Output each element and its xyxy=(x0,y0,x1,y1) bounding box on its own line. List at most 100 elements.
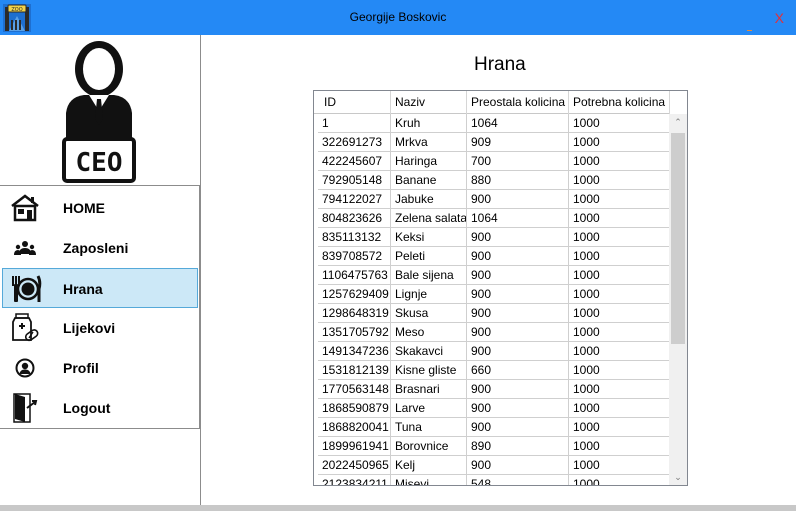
cell-potrebna[interactable]: 1000 xyxy=(569,228,670,247)
cell-naziv[interactable]: Peleti xyxy=(391,247,467,266)
cell-potrebna[interactable]: 1000 xyxy=(569,323,670,342)
cell-id[interactable]: 804823626 xyxy=(318,209,391,228)
cell-id[interactable]: 1298648319 xyxy=(318,304,391,323)
scroll-up-icon[interactable]: ⌃ xyxy=(669,114,687,131)
cell-preostala[interactable]: 900 xyxy=(467,342,569,361)
cell-naziv[interactable]: Lignje xyxy=(391,285,467,304)
cell-naziv[interactable]: Borovnice xyxy=(391,437,467,456)
cell-preostala[interactable]: 900 xyxy=(467,228,569,247)
cell-id[interactable]: 1868590879 xyxy=(318,399,391,418)
cell-naziv[interactable]: Kruh xyxy=(391,114,467,133)
nav-item-logout[interactable]: Logout xyxy=(0,388,199,428)
cell-preostala[interactable]: 700 xyxy=(467,152,569,171)
cell-potrebna[interactable]: 1000 xyxy=(569,247,670,266)
nav-item-hrana[interactable]: Hrana xyxy=(2,268,198,308)
cell-preostala[interactable]: 900 xyxy=(467,266,569,285)
nav-item-lijekovi[interactable]: Lijekovi xyxy=(0,308,199,348)
cell-potrebna[interactable]: 1000 xyxy=(569,475,670,485)
cell-potrebna[interactable]: 1000 xyxy=(569,380,670,399)
table-row[interactable]: 1531812139 Kisne gliste 660 1000 xyxy=(314,361,670,380)
column-header-naziv[interactable]: Naziv xyxy=(391,91,467,114)
table-row[interactable]: 794122027 Jabuke 900 1000 xyxy=(314,190,670,209)
cell-preostala[interactable]: 900 xyxy=(467,304,569,323)
table-row[interactable]: 804823626 Zelena salata 1064 1000 xyxy=(314,209,670,228)
cell-id[interactable]: 1770563148 xyxy=(318,380,391,399)
cell-preostala[interactable]: 900 xyxy=(467,285,569,304)
cell-potrebna[interactable]: 1000 xyxy=(569,171,670,190)
cell-id[interactable]: 1868820041 xyxy=(318,418,391,437)
cell-potrebna[interactable]: 1000 xyxy=(569,133,670,152)
table-row[interactable]: 1491347236 Skakavci 900 1000 xyxy=(314,342,670,361)
cell-id[interactable]: 1531812139 xyxy=(318,361,391,380)
cell-id[interactable]: 1257629409 xyxy=(318,285,391,304)
cell-preostala[interactable]: 900 xyxy=(467,190,569,209)
cell-id[interactable]: 794122027 xyxy=(318,190,391,209)
table-row[interactable]: 835113132 Keksi 900 1000 xyxy=(314,228,670,247)
cell-preostala[interactable]: 900 xyxy=(467,399,569,418)
cell-naziv[interactable]: Bale sijena xyxy=(391,266,467,285)
scroll-down-icon[interactable]: ⌄ xyxy=(669,469,687,485)
cell-id[interactable]: 839708572 xyxy=(318,247,391,266)
cell-id[interactable]: 1351705792 xyxy=(318,323,391,342)
cell-preostala[interactable]: 909 xyxy=(467,133,569,152)
cell-naziv[interactable]: Kelj xyxy=(391,456,467,475)
table-row[interactable]: 839708572 Peleti 900 1000 xyxy=(314,247,670,266)
cell-id[interactable]: 792905148 xyxy=(318,171,391,190)
table-row[interactable]: 422245607 Haringa 700 1000 xyxy=(314,152,670,171)
cell-potrebna[interactable]: 1000 xyxy=(569,190,670,209)
table-row[interactable]: 2123834211 Misevi 548 1000 xyxy=(314,475,670,485)
cell-naziv[interactable]: Skakavci xyxy=(391,342,467,361)
food-table[interactable]: ID Naziv Preostala kolicina Potrebna kol… xyxy=(313,90,688,486)
cell-naziv[interactable]: Tuna xyxy=(391,418,467,437)
cell-naziv[interactable]: Banane xyxy=(391,171,467,190)
table-row[interactable]: 1899961941 Borovnice 890 1000 xyxy=(314,437,670,456)
cell-potrebna[interactable]: 1000 xyxy=(569,304,670,323)
cell-preostala[interactable]: 660 xyxy=(467,361,569,380)
cell-preostala[interactable]: 880 xyxy=(467,171,569,190)
table-row[interactable]: 1257629409 Lignje 900 1000 xyxy=(314,285,670,304)
cell-preostala[interactable]: 890 xyxy=(467,437,569,456)
cell-naziv[interactable]: Jabuke xyxy=(391,190,467,209)
table-row[interactable]: 1351705792 Meso 900 1000 xyxy=(314,323,670,342)
cell-potrebna[interactable]: 1000 xyxy=(569,114,670,133)
cell-potrebna[interactable]: 1000 xyxy=(569,342,670,361)
cell-potrebna[interactable]: 1000 xyxy=(569,285,670,304)
cell-id[interactable]: 1 xyxy=(318,114,391,133)
cell-preostala[interactable]: 900 xyxy=(467,380,569,399)
cell-potrebna[interactable]: 1000 xyxy=(569,152,670,171)
column-header-preostala[interactable]: Preostala kolicina xyxy=(467,91,569,114)
minimize-indicator[interactable] xyxy=(747,30,752,31)
scroll-thumb[interactable] xyxy=(671,133,685,344)
table-row[interactable]: 2022450965 Kelj 900 1000 xyxy=(314,456,670,475)
cell-preostala[interactable]: 900 xyxy=(467,323,569,342)
table-row[interactable]: 1298648319 Skusa 900 1000 xyxy=(314,304,670,323)
cell-preostala[interactable]: 900 xyxy=(467,418,569,437)
cell-naziv[interactable]: Larve xyxy=(391,399,467,418)
cell-potrebna[interactable]: 1000 xyxy=(569,399,670,418)
cell-potrebna[interactable]: 1000 xyxy=(569,456,670,475)
cell-naziv[interactable]: Zelena salata xyxy=(391,209,467,228)
cell-naziv[interactable]: Brasnari xyxy=(391,380,467,399)
cell-preostala[interactable]: 900 xyxy=(467,456,569,475)
cell-naziv[interactable]: Keksi xyxy=(391,228,467,247)
title-bar[interactable]: ZOO Georgije Boskovic X xyxy=(0,0,796,35)
cell-potrebna[interactable]: 1000 xyxy=(569,437,670,456)
column-header-id[interactable]: ID xyxy=(318,91,391,114)
table-row[interactable]: 1106475763 Bale sijena 900 1000 xyxy=(314,266,670,285)
cell-potrebna[interactable]: 1000 xyxy=(569,418,670,437)
cell-naziv[interactable]: Haringa xyxy=(391,152,467,171)
table-row[interactable]: 1770563148 Brasnari 900 1000 xyxy=(314,380,670,399)
cell-naziv[interactable]: Mrkva xyxy=(391,133,467,152)
nav-item-profil[interactable]: Profil xyxy=(0,348,199,388)
cell-id[interactable]: 2123834211 xyxy=(318,475,391,485)
cell-preostala[interactable]: 548 xyxy=(467,475,569,485)
table-row[interactable]: 1868820041 Tuna 900 1000 xyxy=(314,418,670,437)
vertical-scrollbar[interactable]: ⌃ ⌄ xyxy=(669,114,687,485)
cell-naziv[interactable]: Skusa xyxy=(391,304,467,323)
nav-item-zaposleni[interactable]: Zaposleni xyxy=(0,228,199,268)
cell-id[interactable]: 835113132 xyxy=(318,228,391,247)
cell-preostala[interactable]: 1064 xyxy=(467,209,569,228)
close-button[interactable]: X xyxy=(775,0,784,35)
cell-potrebna[interactable]: 1000 xyxy=(569,361,670,380)
table-row[interactable]: 322691273 Mrkva 909 1000 xyxy=(314,133,670,152)
